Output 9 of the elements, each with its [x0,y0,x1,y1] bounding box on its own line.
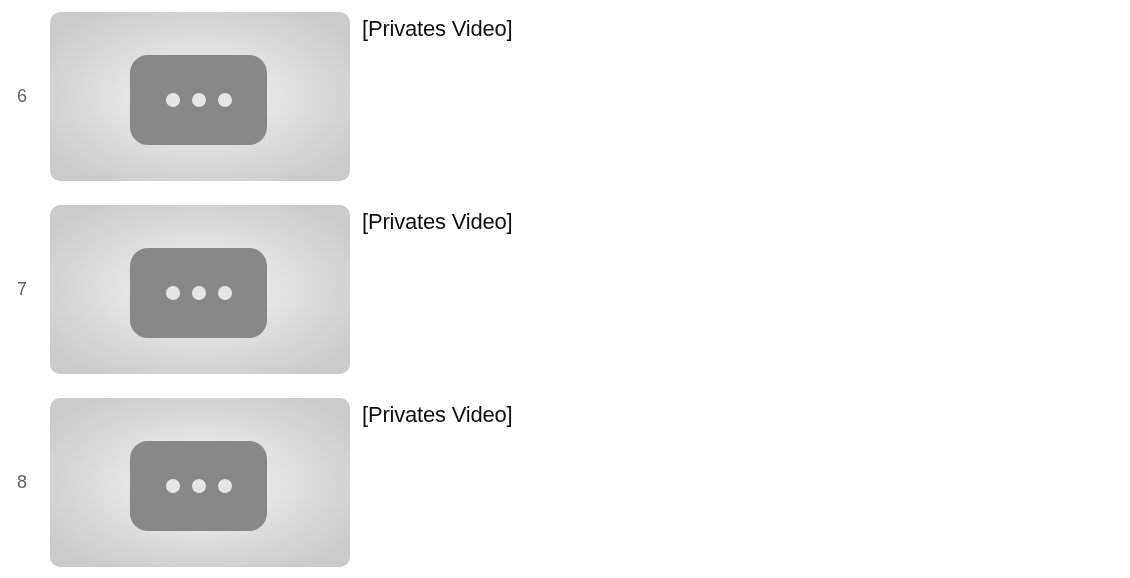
video-title[interactable]: [Privates Video] [362,15,513,43]
video-index: 7 [16,279,28,300]
video-placeholder-drawing[interactable] [50,12,350,181]
video-title[interactable]: [Privates Video] [362,401,513,429]
video-index: 8 [16,472,28,493]
video-index: 6 [16,86,28,107]
video-placeholder-drawing[interactable] [50,205,350,374]
video-placeholder-drawing[interactable] [50,398,350,567]
video-title[interactable]: [Privates Video] [362,208,513,236]
